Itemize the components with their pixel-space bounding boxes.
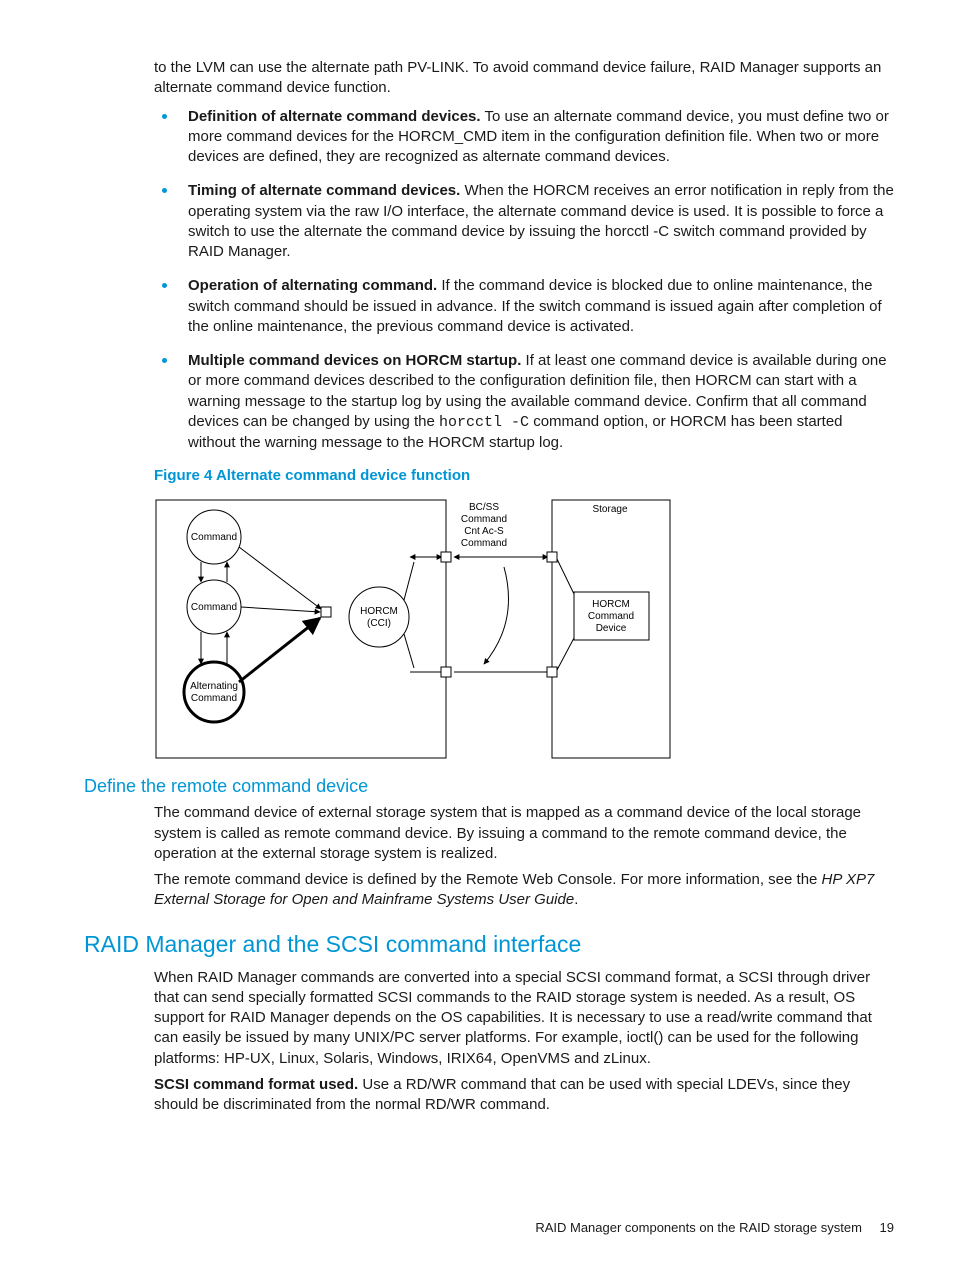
intro-paragraph: to the LVM can use the alternate path PV…	[154, 58, 894, 99]
page-footer: RAID Manager components on the RAID stor…	[535, 1220, 894, 1235]
diagram-label: Command	[191, 532, 237, 543]
inline-heading: SCSI command format used.	[154, 1076, 358, 1093]
text-run: The remote command device is defined by …	[154, 871, 822, 888]
diagram-label: Command	[588, 611, 634, 622]
list-item: Timing of alternate command devices. Whe…	[162, 181, 894, 262]
diagram-label: Device	[596, 623, 627, 634]
diagram-label: HORCM	[360, 606, 398, 617]
diagram-label: Command	[191, 602, 237, 613]
bullet-title: Timing of alternate command devices.	[188, 182, 460, 199]
body-paragraph: The remote command device is defined by …	[154, 870, 894, 911]
subsection-heading: Define the remote command device	[84, 776, 894, 797]
figure-caption: Figure 4 Alternate command device functi…	[154, 467, 894, 484]
list-item: Operation of alternating command. If the…	[162, 276, 894, 337]
diagram-label: Command	[191, 693, 237, 704]
figure-diagram: Command Command Alternating Command HORC…	[154, 492, 894, 762]
body-paragraph: SCSI command format used. Use a RD/WR co…	[154, 1075, 894, 1116]
inline-code: horcctl -C	[439, 414, 529, 431]
bullet-title: Definition of alternate command devices.	[188, 108, 481, 125]
diagram-label: Cnt Ac-S	[464, 526, 504, 537]
text-run: .	[574, 891, 578, 908]
diagram-label: Alternating	[190, 681, 238, 692]
diagram-label: Command	[461, 514, 507, 525]
page-number: 19	[880, 1220, 894, 1235]
diagram-label: Storage	[592, 504, 627, 515]
bullet-list: Definition of alternate command devices.…	[162, 107, 894, 454]
body-paragraph: The command device of external storage s…	[154, 803, 894, 864]
diagram-label: HORCM	[592, 599, 630, 610]
list-item: Definition of alternate command devices.…	[162, 107, 894, 168]
diagram-label: Command	[461, 538, 507, 549]
bullet-title: Operation of alternating command.	[188, 277, 437, 294]
diagram-label: (CCI)	[367, 618, 391, 629]
diagram-label: BC/SS	[469, 502, 499, 513]
body-paragraph: When RAID Manager commands are converted…	[154, 968, 894, 1069]
list-item: Multiple command devices on HORCM startu…	[162, 351, 894, 453]
bullet-title: Multiple command devices on HORCM startu…	[188, 352, 521, 369]
footer-text: RAID Manager components on the RAID stor…	[535, 1220, 862, 1235]
section-heading: RAID Manager and the SCSI command interf…	[84, 931, 894, 958]
